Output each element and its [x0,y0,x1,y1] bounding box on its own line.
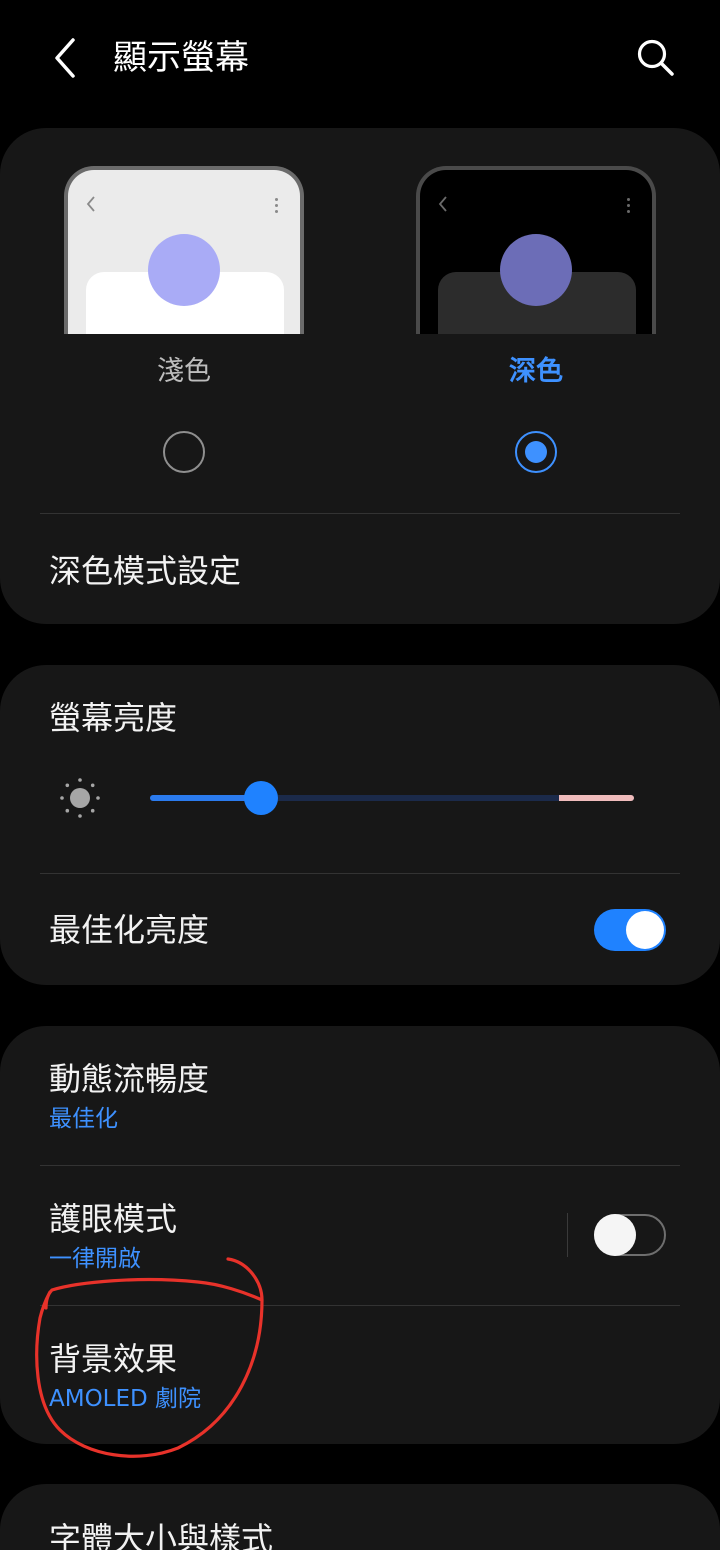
slider-high-range [559,795,634,801]
font-size-style-item[interactable]: 字體大小與樣式 [49,1518,273,1550]
brightness-slider[interactable] [150,776,634,820]
slider-thumb[interactable] [244,781,279,815]
motion-smoothness-value: 最佳化 [49,1106,118,1132]
dark-theme-option[interactable]: 深色 [416,166,656,473]
eye-comfort-value: 一律開啟 [49,1246,141,1272]
divider [40,873,680,874]
more-options-icon [627,198,630,216]
eye-comfort-title: 護眼模式 [49,1200,178,1238]
display-settings-screen: 顯示螢幕 淺色 深色 深色模式設定 螢幕亮度 最佳化亮度 動態流暢度 最佳化 護… [0,0,720,1550]
page-title: 顯示螢幕 [113,38,249,78]
screen-mode-title: 背景效果 [49,1340,178,1378]
more-options-icon [275,198,278,216]
chevron-left-icon [438,196,447,212]
light-theme-label: 淺色 [157,356,211,387]
motion-smoothness-item[interactable]: 動態流暢度 最佳化 [0,1026,720,1166]
theme-card: 淺色 深色 深色模式設定 [0,128,720,624]
dark-theme-label: 深色 [509,356,563,387]
eye-comfort-item[interactable]: 護眼模式 一律開啟 [0,1166,560,1306]
light-theme-radio[interactable] [163,431,205,473]
light-theme-preview [64,166,304,334]
preview-avatar [500,234,572,306]
eye-comfort-toggle[interactable] [594,1214,666,1256]
motion-smoothness-title: 動態流暢度 [49,1060,210,1098]
adaptive-brightness-label[interactable]: 最佳化亮度 [49,909,209,951]
app-bar: 顯示螢幕 [0,0,720,115]
font-card: 字體大小與樣式 [0,1484,720,1550]
adaptive-brightness-toggle[interactable] [594,909,666,951]
dark-theme-preview [416,166,656,334]
dark-theme-radio[interactable] [515,431,557,473]
dark-mode-settings-item[interactable]: 深色模式設定 [49,550,241,592]
light-theme-option[interactable]: 淺色 [64,166,304,473]
search-button[interactable] [628,30,684,86]
search-icon [637,39,674,76]
brightness-title: 螢幕亮度 [49,699,178,737]
preview-avatar [148,234,220,306]
divider [40,513,680,514]
chevron-left-icon [86,196,95,212]
screen-mode-value: AMOLED 劇院 [49,1386,202,1412]
sun-icon [60,778,100,818]
vertical-separator [567,1213,568,1257]
slider-track [150,795,634,801]
screen-mode-item[interactable]: 背景效果 AMOLED 劇院 [0,1306,720,1444]
back-button[interactable] [40,30,90,86]
chevron-left-icon [55,38,75,78]
